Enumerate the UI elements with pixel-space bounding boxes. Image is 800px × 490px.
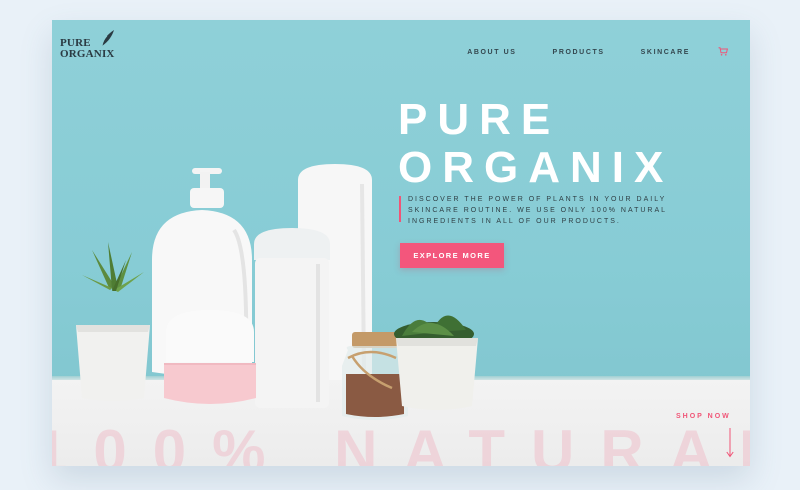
nav-products[interactable]: PRODUCTS — [553, 49, 605, 56]
leaf-icon — [101, 30, 114, 47]
cart-icon[interactable] — [718, 43, 729, 61]
pink-cream-jar — [164, 310, 256, 404]
succulent-plant-left — [76, 242, 150, 401]
nav-skincare[interactable]: SKINCARE — [641, 49, 690, 56]
brand-logo[interactable]: PURE ORGANIX — [60, 30, 124, 60]
arrow-down-icon[interactable] — [726, 428, 734, 458]
brand-logo-line2: ORGANIX — [60, 48, 115, 60]
main-nav: ABOUT US PRODUCTS SKINCARE — [431, 43, 729, 61]
hero-title-line1: PURE — [398, 95, 561, 144]
succulent-plant-right — [394, 315, 478, 410]
nav-about-us[interactable]: ABOUT US — [467, 49, 516, 56]
hero-card: PURE ORGANIX ABOUT US PRODUCTS SKINCARE … — [52, 20, 750, 466]
natural-watermark: 100% NATURAL — [52, 418, 750, 466]
deodorant-stick — [254, 228, 330, 408]
shop-now-link[interactable]: SHOP NOW — [676, 413, 731, 420]
products-illustration — [76, 164, 478, 420]
